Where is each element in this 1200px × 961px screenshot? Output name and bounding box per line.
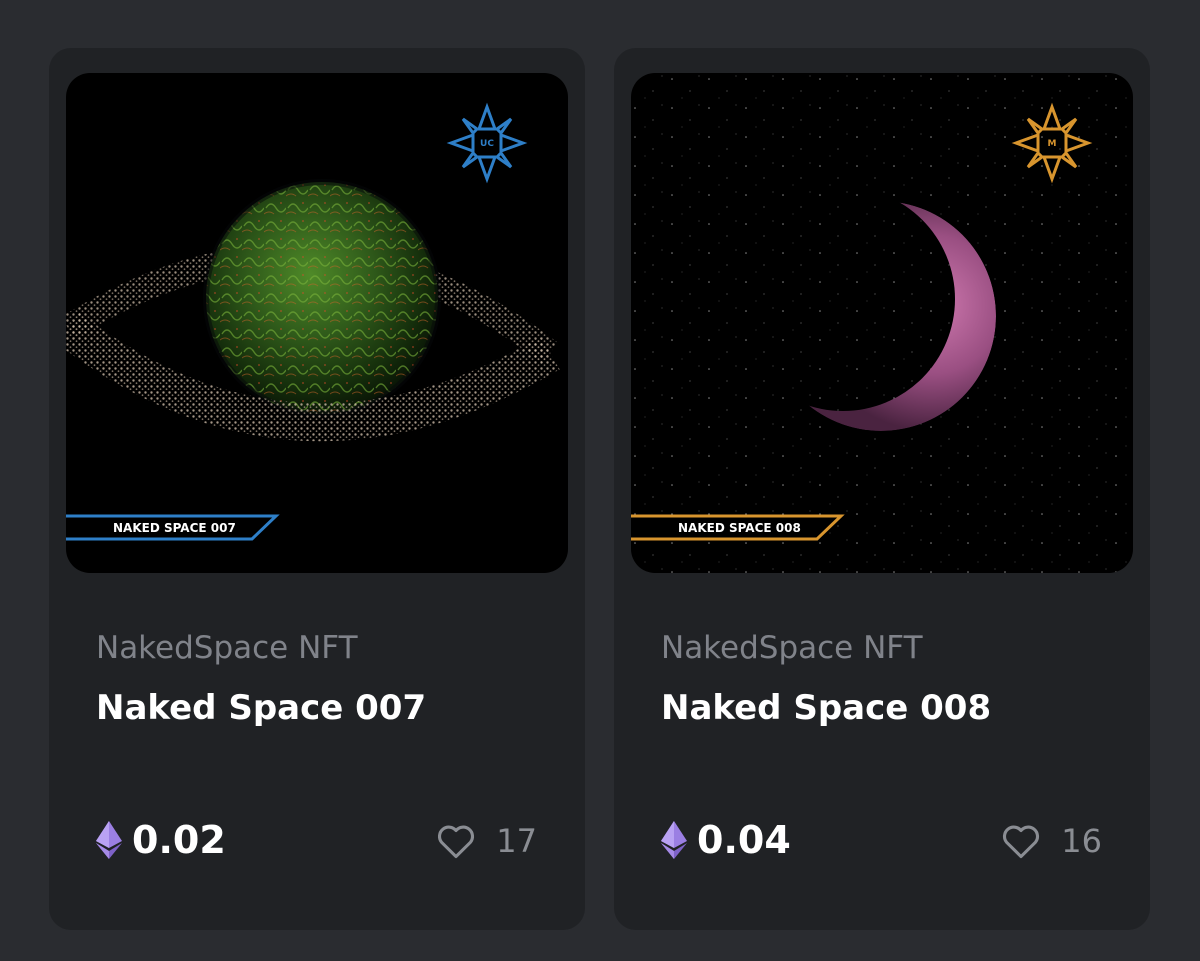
nft-card[interactable]: UC NAKED SPACE 007 NakedSpace NFT Naked … [49,48,585,930]
like-count: 17 [496,822,537,860]
heart-outline-icon[interactable] [1001,823,1041,859]
like-button[interactable]: 16 [1001,820,1102,862]
artwork-badge: UC [480,139,494,149]
nft-card[interactable]: M NAKED SPACE 008 NakedSpace NFT Naked S… [614,48,1150,930]
price: 0.04 [661,818,791,862]
collection-name[interactable]: NakedSpace NFT [661,630,923,666]
price: 0.02 [96,818,226,862]
artwork-label: NAKED SPACE 007 [113,521,236,535]
ethereum-icon [661,821,687,859]
price-value: 0.02 [132,818,226,862]
nft-artwork[interactable]: M NAKED SPACE 008 [631,73,1133,573]
nft-artwork[interactable]: UC NAKED SPACE 007 [66,73,568,573]
artwork-label: NAKED SPACE 008 [678,521,801,535]
nft-title[interactable]: Naked Space 007 [96,688,426,728]
heart-outline-icon[interactable] [436,823,476,859]
collection-name[interactable]: NakedSpace NFT [96,630,358,666]
artwork-badge: M [1048,139,1057,149]
nft-title[interactable]: Naked Space 008 [661,688,991,728]
ethereum-icon [96,821,122,859]
price-value: 0.04 [697,818,791,862]
like-button[interactable]: 17 [436,820,537,862]
like-count: 16 [1061,822,1102,860]
